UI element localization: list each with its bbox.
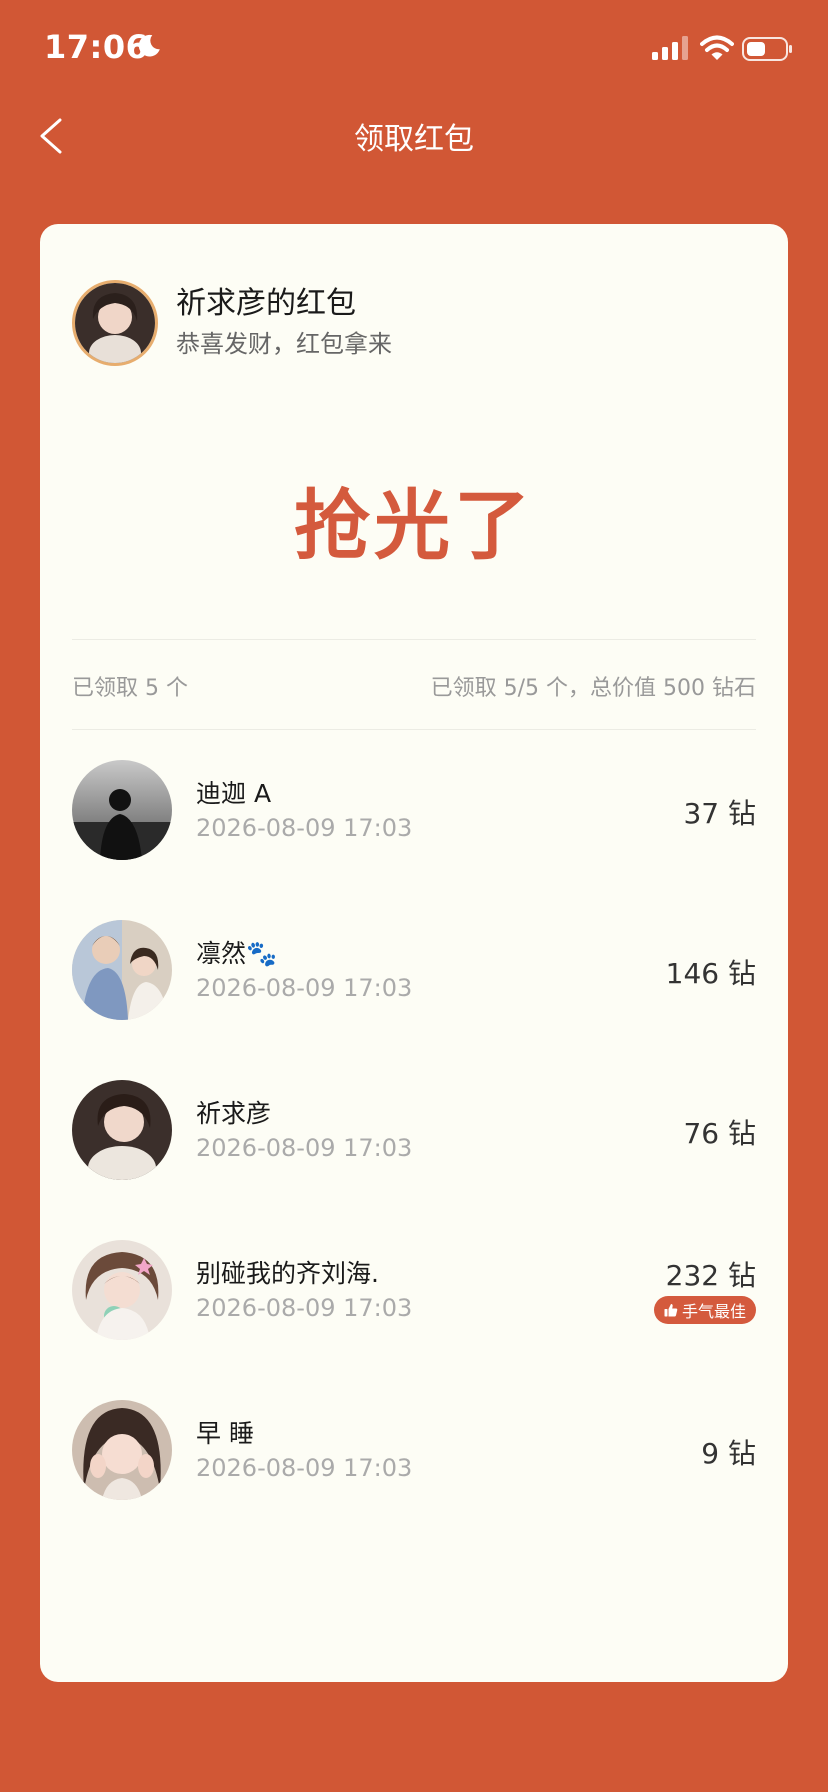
recipient-name: 迪迦 A <box>196 779 272 808</box>
nav-bar: 领取红包 <box>0 100 828 170</box>
recipient-time: 2026-08-09 17:03 <box>196 1294 413 1322</box>
signal-icon <box>652 36 688 60</box>
red-packet-card: 祈求彦的红包 恭喜发财，红包拿来 抢光了 已领取 5 个 已领取 5/5 个，总… <box>40 224 788 1682</box>
recipient-name: 早 睡 <box>196 1419 254 1448</box>
status-time: 17:06 <box>44 28 149 66</box>
recipient-avatar[interactable] <box>72 760 172 860</box>
best-luck-badge: 手气最佳 <box>653 1296 756 1324</box>
recipient-time: 2026-08-09 17:03 <box>196 1454 413 1482</box>
sender-name: 祈求彦的红包 <box>176 286 356 321</box>
thumbs-up-icon <box>664 1304 678 1317</box>
wifi-icon <box>700 35 734 60</box>
claimed-count: 已领取 5 个 <box>72 676 188 701</box>
divider <box>72 729 756 730</box>
battery-icon <box>742 37 792 61</box>
sender-avatar[interactable] <box>72 280 158 366</box>
recipient-time: 2026-08-09 17:03 <box>196 814 413 842</box>
recipient-name: 祈求彦 <box>196 1099 272 1128</box>
recipient-avatar[interactable] <box>72 1400 172 1500</box>
sender-message: 恭喜发财，红包拿来 <box>176 330 392 358</box>
red-packet-status: 抢光了 <box>294 481 534 570</box>
claimed-total: 已领取 5/5 个，总价值 500 钻石 <box>430 676 756 701</box>
recipient-name: 凛然🐾 <box>196 939 278 968</box>
recipient-avatar[interactable] <box>72 1240 172 1340</box>
recipient-amount: 232 钻 <box>665 1259 756 1292</box>
best-luck-label: 手气最佳 <box>681 1302 746 1321</box>
recipient-row[interactable]: 迪迦 A 2026-08-09 17:03 37 钻 <box>40 760 788 860</box>
page-title: 领取红包 <box>354 122 474 157</box>
divider <box>72 639 756 640</box>
status-bar: 17:06 <box>0 0 828 100</box>
recipient-amount: 37 钻 <box>683 797 756 830</box>
recipient-row[interactable]: 早 睡 2026-08-09 17:03 9 钻 <box>40 1400 788 1500</box>
moon-icon <box>138 34 160 57</box>
recipient-time: 2026-08-09 17:03 <box>196 974 413 1002</box>
recipient-amount: 76 钻 <box>683 1117 756 1150</box>
recipient-row[interactable]: 凛然🐾 2026-08-09 17:03 146 钻 <box>40 920 788 1020</box>
recipient-amount: 146 钻 <box>665 957 756 990</box>
recipient-time: 2026-08-09 17:03 <box>196 1134 413 1162</box>
recipient-avatar[interactable] <box>72 1080 172 1180</box>
recipient-row[interactable]: 祈求彦 2026-08-09 17:03 76 钻 <box>40 1080 788 1180</box>
recipient-row[interactable]: 别碰我的齐刘海. 2026-08-09 17:03 232 钻 手气最佳 <box>40 1240 788 1340</box>
recipient-name: 别碰我的齐刘海. <box>196 1259 379 1288</box>
recipient-avatar[interactable] <box>72 920 172 1020</box>
recipient-amount: 9 钻 <box>701 1437 756 1470</box>
